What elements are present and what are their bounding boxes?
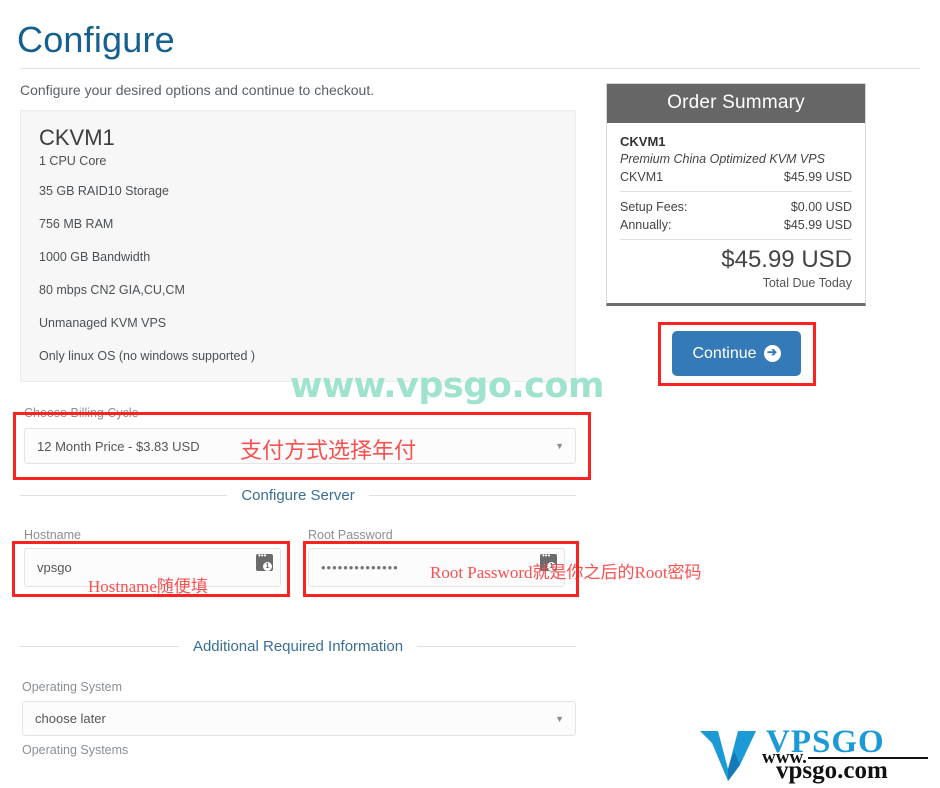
cycle-value: $45.99 USD — [783, 218, 852, 232]
operating-system-label: Operating System — [22, 680, 123, 694]
v-logo-icon — [700, 731, 756, 781]
list-item: 756 MB RAM — [39, 217, 114, 231]
order-product-desc: Premium China Optimized KVM VPS — [620, 152, 825, 166]
arrow-right-circle-icon: ➔ — [763, 345, 781, 362]
root-password-value: •••••••••••••• — [321, 560, 399, 575]
order-total-amount: $45.99 USD — [721, 246, 852, 273]
divider-line-right — [417, 646, 576, 647]
hostname-value: vpsgo — [37, 560, 72, 575]
title-divider — [20, 68, 920, 69]
continue-button[interactable]: Continue ➔ — [672, 331, 801, 376]
intro-text: Configure your desired options and conti… — [20, 82, 375, 98]
order-line-item-price: $45.99 USD — [783, 170, 852, 184]
list-item: 35 GB RAID10 Storage — [39, 184, 169, 198]
product-summary-box: CKVM1 1 CPU Core 35 GB RAID10 Storage 75… — [20, 110, 576, 382]
chevron-down-icon: ▼ — [555, 713, 564, 724]
list-item: 80 mbps CN2 GIA,CU,CM — [39, 283, 185, 297]
annotation-hostname-note: Hostname随便填 — [88, 577, 208, 596]
order-summary-panel: Order Summary CKVM1 Premium China Optimi… — [606, 83, 866, 306]
hostname-label: Hostname — [24, 528, 81, 542]
divider — [620, 191, 852, 192]
order-line-item-label: CKVM1 — [620, 170, 664, 184]
vpsgo-logo-watermark: VPSGO www. vpsgo.com — [700, 724, 930, 785]
divider-line-left — [20, 495, 228, 496]
annotation-billing-note: 支付方式选择年付 — [240, 439, 417, 464]
list-item: 1000 GB Bandwidth — [39, 250, 151, 264]
root-password-label: Root Password — [308, 528, 393, 542]
setup-fees-value: $0.00 USD — [790, 200, 852, 214]
order-product-name: CKVM1 — [620, 134, 666, 149]
section-title: Configure Server — [241, 487, 355, 504]
list-item: Unmanaged KVM VPS — [39, 316, 167, 330]
operating-system-helptext: Operating Systems — [22, 743, 129, 757]
section-divider-additional-info: Additional Required Information — [20, 638, 576, 655]
product-name: CKVM1 — [39, 125, 115, 150]
order-summary-body: CKVM1 Premium China Optimized KVM VPS CK… — [607, 123, 865, 303]
section-divider-configure-server: Configure Server — [20, 487, 577, 504]
continue-button-label: Continue — [692, 344, 757, 362]
chevron-down-icon: ▼ — [555, 441, 564, 451]
divider-line-left — [20, 646, 179, 647]
divider-line-right — [368, 495, 577, 496]
operating-system-select[interactable]: choose later ▼ — [22, 701, 576, 736]
annotation-password-note: Root Password就是你之后的Root密码 — [430, 563, 702, 582]
product-cpu: 1 CPU Core — [39, 154, 107, 168]
billing-cycle-label: Choose Billing Cycle — [24, 406, 139, 420]
order-setup-fees: Setup Fees: $0.00 USD — [620, 198, 852, 216]
product-spec-list: 35 GB RAID10 Storage 756 MB RAM 1000 GB … — [39, 184, 557, 363]
order-cycle-row: Annually: $45.99 USD — [620, 216, 852, 234]
lastpass-icon[interactable] — [256, 551, 273, 571]
order-line-item: CKVM1 $45.99 USD — [620, 168, 852, 186]
divider — [620, 239, 852, 240]
list-item: Only linux OS (no windows supported ) — [39, 349, 256, 363]
logo-domain-text: vpsgo.com — [776, 757, 888, 784]
watermark-text: www.vpsgo.com — [290, 366, 604, 406]
setup-fees-label: Setup Fees: — [620, 200, 688, 214]
cycle-label: Annually: — [620, 218, 672, 232]
order-summary-heading: Order Summary — [607, 84, 865, 123]
order-total-label: Total Due Today — [762, 276, 852, 290]
section-title: Additional Required Information — [192, 638, 404, 655]
configure-page: Configure Configure your desired options… — [0, 0, 940, 788]
billing-cycle-value: 12 Month Price - $3.83 USD — [37, 438, 200, 454]
operating-system-value: choose later — [35, 711, 106, 726]
page-title: Configure — [17, 19, 175, 60]
